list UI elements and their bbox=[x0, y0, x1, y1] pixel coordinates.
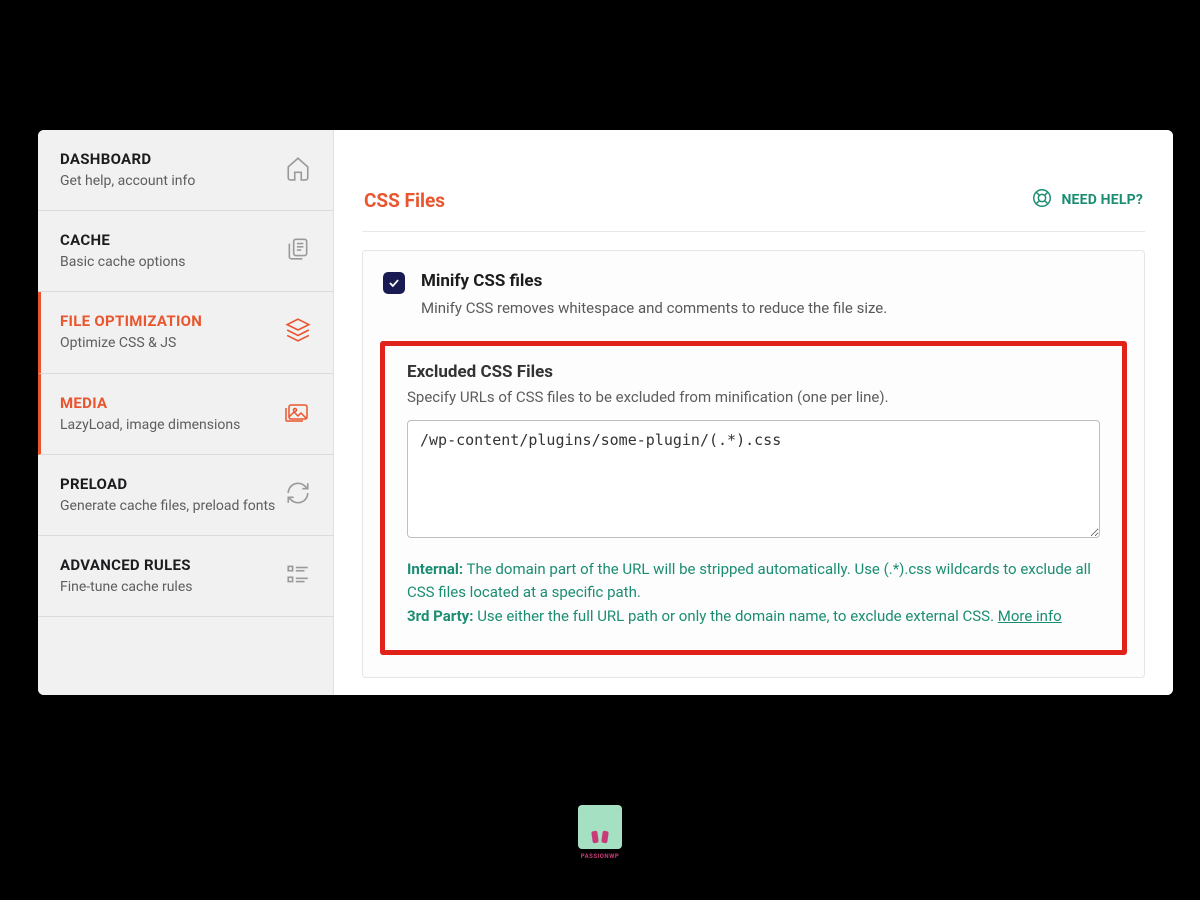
sidebar-item-advanced-rules[interactable]: ADVANCED RULES Fine-tune cache rules bbox=[38, 536, 333, 617]
copy-icon bbox=[285, 236, 311, 266]
sidebar-item-title: MEDIA bbox=[60, 394, 240, 412]
page-title: CSS Files bbox=[364, 189, 445, 212]
css-settings-panel: Minify CSS files Minify CSS removes whit… bbox=[362, 250, 1145, 678]
sidebar-item-file-optimization[interactable]: FILE OPTIMIZATION Optimize CSS & JS bbox=[38, 292, 333, 373]
sidebar-item-sub: Generate cache files, preload fonts bbox=[60, 497, 275, 515]
footer-logo: PASSIONWP bbox=[576, 805, 624, 875]
sidebar-item-dashboard[interactable]: DASHBOARD Get help, account info bbox=[38, 130, 333, 211]
sidebar-item-title: FILE OPTIMIZATION bbox=[60, 312, 202, 330]
excluded-css-textarea[interactable] bbox=[407, 420, 1100, 538]
main-header: CSS Files NEED HELP? bbox=[362, 152, 1145, 232]
sidebar-item-media[interactable]: MEDIA LazyLoad, image dimensions bbox=[38, 374, 333, 455]
excluded-notes: Internal: The domain part of the URL wil… bbox=[407, 558, 1100, 628]
minify-title: Minify CSS files bbox=[421, 271, 887, 291]
sidebar-item-title: PRELOAD bbox=[60, 475, 275, 493]
sidebar-item-title: CACHE bbox=[60, 231, 185, 249]
note-3rd-label: 3rd Party: bbox=[407, 607, 473, 625]
excluded-css-box: Excluded CSS Files Specify URLs of CSS f… bbox=[380, 341, 1127, 655]
sidebar-item-title: DASHBOARD bbox=[60, 150, 195, 168]
minify-desc: Minify CSS removes whitespace and commen… bbox=[421, 299, 887, 317]
sidebar-item-sub: Optimize CSS & JS bbox=[60, 334, 202, 352]
need-help-label: NEED HELP? bbox=[1061, 192, 1143, 208]
images-icon bbox=[283, 400, 311, 428]
sidebar-item-sub: Basic cache options bbox=[60, 253, 185, 271]
excluded-desc: Specify URLs of CSS files to be excluded… bbox=[407, 388, 1100, 406]
minify-option-row: Minify CSS files Minify CSS removes whit… bbox=[383, 271, 1124, 317]
home-icon bbox=[285, 155, 311, 185]
list-icon bbox=[285, 561, 311, 591]
sidebar-item-sub: Get help, account info bbox=[60, 172, 195, 190]
sidebar-item-preload[interactable]: PRELOAD Generate cache files, preload fo… bbox=[38, 455, 333, 536]
sidebar: DASHBOARD Get help, account info CACHE B… bbox=[38, 130, 334, 695]
note-internal-text: The domain part of the URL will be strip… bbox=[407, 560, 1091, 601]
logo-mark-icon bbox=[578, 805, 622, 849]
sidebar-item-cache[interactable]: CACHE Basic cache options bbox=[38, 211, 333, 292]
lifebuoy-icon bbox=[1031, 187, 1053, 213]
need-help-button[interactable]: NEED HELP? bbox=[1031, 187, 1143, 213]
excluded-title: Excluded CSS Files bbox=[407, 362, 1100, 382]
logo-text: PASSIONWP bbox=[581, 853, 620, 860]
app-window: DASHBOARD Get help, account info CACHE B… bbox=[38, 130, 1173, 695]
main-content: CSS Files NEED HELP? Minify CSS files Mi… bbox=[334, 130, 1173, 695]
more-info-link[interactable]: More info bbox=[998, 607, 1062, 625]
sidebar-item-title: ADVANCED RULES bbox=[60, 556, 193, 574]
minify-checkbox[interactable] bbox=[383, 272, 405, 294]
layers-icon bbox=[285, 317, 311, 347]
sidebar-item-sub: Fine-tune cache rules bbox=[60, 578, 193, 596]
note-3rd-text: Use either the full URL path or only the… bbox=[473, 607, 997, 625]
sidebar-item-sub: LazyLoad, image dimensions bbox=[60, 416, 240, 434]
note-internal-label: Internal: bbox=[407, 560, 463, 578]
refresh-icon bbox=[285, 480, 311, 510]
